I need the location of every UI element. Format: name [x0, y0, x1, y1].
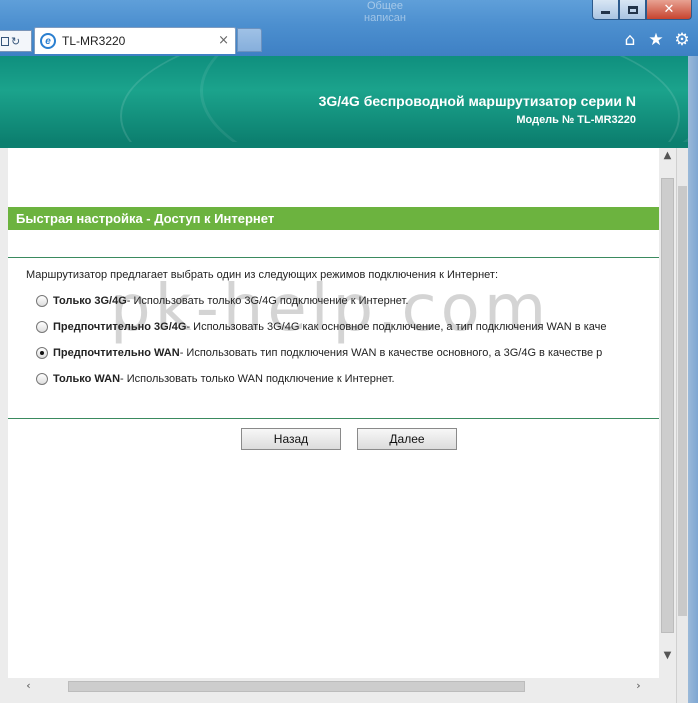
radio-wan-preferred[interactable] — [36, 347, 48, 359]
desktop-icon-label: Общее написан — [364, 0, 406, 24]
scroll-right-icon[interactable]: › — [632, 679, 645, 692]
tab-title: TL-MR3220 — [62, 34, 126, 48]
home-icon[interactable]: ⌂ — [622, 30, 638, 50]
option-label: Предпочтительно 3G/4G — [53, 321, 187, 333]
divider — [8, 257, 659, 258]
router-banner: 3G/4G беспроводной маршрутизатор серии N… — [0, 56, 688, 142]
toolbar-icons: ⌂ ★ ⚙ — [622, 30, 690, 50]
horizontal-scrollbar[interactable]: ‹ › — [8, 678, 676, 695]
option-desc: - Использовать только WAN подключение к … — [120, 373, 395, 385]
minimize-button[interactable] — [592, 0, 619, 20]
scroll-down-icon[interactable]: ▼ — [661, 650, 674, 663]
banner-title: 3G/4G беспроводной маршрутизатор серии N — [318, 93, 636, 109]
address-bar-stub[interactable]: ↻ — [0, 30, 32, 52]
option-label: Предпочтительно WAN — [53, 347, 180, 359]
tab-close-icon[interactable]: × — [218, 33, 229, 48]
radio-3g-preferred[interactable] — [36, 321, 48, 333]
radio-wan-only[interactable] — [36, 373, 48, 385]
browser-chrome: Общее написан ✕ ↻ e TL-MR3220 × ⌂ ★ ⚙ — [0, 0, 698, 56]
scroll-thumb[interactable] — [68, 681, 525, 692]
scroll-up-icon[interactable]: ▲ — [661, 150, 674, 163]
close-window-button[interactable]: ✕ — [646, 0, 692, 20]
close-icon: ✕ — [663, 2, 675, 17]
option-desc: - Использовать тип подключения WAN в кач… — [179, 347, 603, 359]
radio-3g-only[interactable] — [36, 295, 48, 307]
refresh-icon[interactable]: ↻ — [11, 35, 20, 48]
minimize-icon — [601, 11, 610, 14]
settings-panel: Быстрая настройка - Доступ к Интернет Ма… — [8, 148, 659, 678]
compat-view-icon[interactable] — [1, 36, 9, 46]
option-label: Только WAN — [53, 373, 121, 385]
scroll-thumb[interactable] — [661, 178, 674, 633]
vertical-scrollbar[interactable]: ▲ ▼ — [659, 148, 676, 678]
option-wan-only[interactable]: Только WAN - Использовать только WAN под… — [36, 373, 659, 385]
option-desc: - Использовать 3G/4G как основное подклю… — [186, 321, 607, 333]
banner-model: Модель № TL-MR3220 — [516, 114, 636, 126]
maximize-button[interactable] — [619, 0, 646, 20]
intro-text: Маршрутизатор предлагает выбрать один из… — [26, 269, 498, 281]
gear-icon[interactable]: ⚙ — [674, 30, 690, 50]
next-button[interactable]: Далее — [357, 428, 457, 450]
window-controls: ✕ — [592, 0, 692, 21]
window-border — [688, 56, 698, 703]
scroll-left-icon[interactable]: ‹ — [22, 679, 35, 692]
content-frame: Быстрая настройка - Доступ к Интернет Ма… — [0, 148, 688, 703]
back-button[interactable]: Назад — [241, 428, 341, 450]
option-label: Только 3G/4G — [53, 295, 127, 307]
ie-logo-icon: e — [40, 33, 56, 49]
new-tab-button[interactable] — [237, 28, 262, 52]
browser-tab[interactable]: e TL-MR3220 × — [34, 27, 236, 54]
section-title: Быстрая настройка - Доступ к Интернет — [8, 207, 659, 230]
option-3g-preferred[interactable]: Предпочтительно 3G/4G - Использовать 3G/… — [36, 321, 659, 333]
maximize-icon — [627, 5, 638, 14]
scroll-thumb[interactable] — [678, 186, 687, 616]
star-icon[interactable]: ★ — [648, 30, 664, 50]
option-wan-preferred[interactable]: Предпочтительно WAN - Использовать тип п… — [36, 347, 659, 359]
page-scrollbar[interactable] — [676, 148, 688, 703]
divider — [8, 418, 659, 419]
option-desc: - Использовать только 3G/4G подключение … — [126, 295, 409, 307]
option-3g-only[interactable]: Только 3G/4G - Использовать только 3G/4G… — [36, 295, 659, 307]
